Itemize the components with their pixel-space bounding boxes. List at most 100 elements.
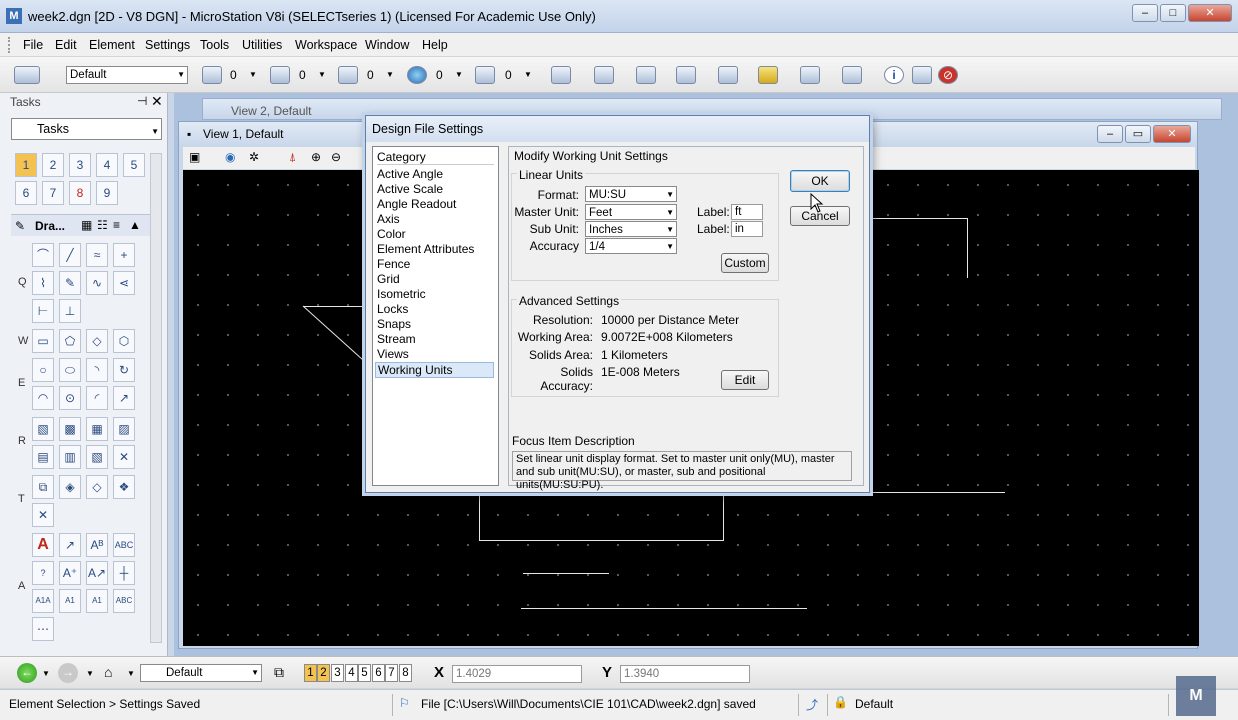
zoom-in-icon[interactable]: ⊕ [311,150,321,164]
view-button-1[interactable]: 1 [304,664,317,682]
menu-settings[interactable]: Settings [145,38,190,52]
close-button[interactable]: ✕ [1188,4,1232,22]
levels-icon[interactable] [758,66,778,84]
lock-icon[interactable]: 🔒 [833,695,848,709]
maximize-button[interactable]: □ [1160,4,1186,22]
replace-cell-icon[interactable]: ❖ [113,475,135,499]
menu-file[interactable]: File [23,38,43,52]
collapse-icon[interactable]: ▲ [129,218,141,232]
minimize-button[interactable]: – [1132,4,1158,22]
forward-dropdown-icon[interactable]: ▼ [86,669,94,678]
references-icon[interactable] [676,66,696,84]
back-arrow-icon[interactable]: ← [17,663,37,683]
category-item[interactable]: Active Angle [377,167,443,181]
select-element-tool[interactable]: 1 [15,153,37,177]
category-item[interactable]: Snaps [377,317,411,331]
measure-tool[interactable]: 7 [42,181,64,205]
manipulate-tool[interactable]: 3 [69,153,91,177]
connect-icon[interactable]: ⋖ [113,271,135,295]
menu-help[interactable]: Help [422,38,448,52]
display-style-icon[interactable]: ◉ [225,150,235,164]
groups-tool[interactable]: 5 [123,153,145,177]
zoom-out-icon[interactable]: ⊖ [331,150,341,164]
arc-center-icon[interactable]: ⊙ [59,386,81,410]
place-ellipse-icon[interactable]: ⬭ [59,358,81,382]
priority-icon[interactable] [475,66,495,84]
info-icon[interactable]: i [884,66,904,84]
tools-icon[interactable] [842,66,862,84]
change-text-icon[interactable]: A1 [86,589,108,613]
view-button-6[interactable]: 6 [372,664,385,682]
category-item[interactable]: Grid [377,272,400,286]
view-details-icon[interactable]: ≡ [113,218,120,232]
view-groups-icon[interactable]: ⧉ [274,664,284,681]
priority-dropdown-icon[interactable]: ▼ [524,70,532,79]
view-button-4[interactable]: 4 [345,664,358,682]
category-item[interactable]: Element Attributes [377,242,474,256]
transparency-dropdown-icon[interactable]: ▼ [455,70,463,79]
multiline-icon[interactable]: ≈ [86,243,108,267]
line-style-icon[interactable] [270,66,290,84]
category-item[interactable]: Views [377,347,409,361]
master-label-input[interactable]: ft [731,204,763,220]
category-item-selected[interactable]: Working Units [375,362,494,378]
pin-icon[interactable]: ⊣ [137,94,147,108]
modify-tool[interactable]: 4 [96,153,118,177]
menu-workspace[interactable]: Workspace [295,38,357,52]
menu-utilities[interactable]: Utilities [242,38,282,52]
pattern-icon[interactable]: ▦ [86,417,108,441]
view-button-2[interactable]: 2 [317,664,330,682]
ok-button[interactable]: OK [790,170,850,192]
place-shape-icon[interactable]: ⬠ [59,329,81,353]
fill-text-icon[interactable]: ┼ [113,561,135,585]
place-regular-polygon-icon[interactable]: ⬡ [113,329,135,353]
view-button-7[interactable]: 7 [385,664,398,682]
category-item[interactable]: Angle Readout [377,197,456,211]
category-item[interactable]: Axis [377,212,400,226]
category-item[interactable]: Active Scale [377,182,443,196]
copy-text-icon[interactable]: A1A [32,589,54,613]
master-unit-combo[interactable]: Feet ▼ [585,204,677,220]
delete-pattern-icon[interactable]: ▨ [113,417,135,441]
half-ellipse-icon[interactable]: ◠ [32,386,54,410]
select-cell-icon[interactable]: ◇ [86,475,108,499]
close-panel-icon[interactable]: ✕ [151,93,163,110]
new-document-icon[interactable] [594,66,614,84]
hatch-icon[interactable]: ▧ [32,417,54,441]
stop-icon[interactable]: ⊘ [938,66,958,84]
place-note-icon[interactable]: ↗ [59,533,81,557]
find-text-icon[interactable]: ?ABC [32,561,54,600]
place-text-icon[interactable]: A [32,533,54,557]
text-node-icon[interactable]: A↗ [86,561,108,585]
curve-icon[interactable]: ∿ [86,271,108,295]
cell-library-icon[interactable]: ⧉ [32,475,54,499]
modify-arc-icon[interactable]: ↻ [113,358,135,382]
sub-unit-combo[interactable]: Inches ▼ [585,221,677,237]
place-block-icon[interactable]: ▭ [32,329,54,353]
display-text-icon[interactable]: ABC [113,589,135,613]
match-pattern-icon[interactable]: ▥ [59,445,81,469]
category-item[interactable]: Fence [377,257,410,271]
edit-button[interactable]: Edit [721,370,769,390]
remove-pattern-icon[interactable]: ✕ [113,445,135,469]
custom-button[interactable]: Custom [721,253,769,273]
color-icon[interactable] [202,66,222,84]
menu-tools[interactable]: Tools [200,38,229,52]
linear-pattern-icon[interactable]: ▧ [86,445,108,469]
match-text-icon[interactable]: A1 [59,589,81,613]
snap-mode-icon[interactable]: ⤴ [806,696,818,713]
transparency-globe-icon[interactable] [407,66,427,84]
level-manager-icon[interactable] [14,66,40,84]
line-weight-dropdown-icon[interactable]: ▼ [386,70,394,79]
place-line-icon[interactable]: ╱ [59,243,81,267]
edit-text-icon[interactable]: Aᴮ [86,533,108,557]
place-smartline-icon[interactable]: ⌒ [32,243,54,267]
snap-icon[interactable] [800,66,820,84]
category-item[interactable]: Stream [377,332,416,346]
active-level-combo[interactable]: Default ▼ [66,66,188,84]
show-pattern-icon[interactable]: ▤ [32,445,54,469]
format-combo[interactable]: MU:SU ▼ [585,186,677,202]
element-template-icon[interactable]: ⌂ [104,664,112,680]
bottom-level-combo[interactable]: Default ▼ [140,664,262,682]
place-circle-icon[interactable]: ○ [32,358,54,382]
